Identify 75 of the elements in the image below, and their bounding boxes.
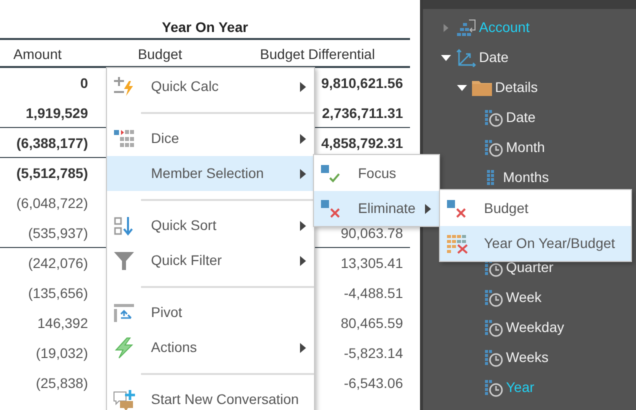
calculation-icon [113,76,135,96]
menu-item[interactable]: Budget [440,191,631,226]
submenu-arrow-icon [425,204,431,214]
table-cell: -5,823.14 [344,345,403,361]
collapse-caret-icon[interactable] [441,54,451,62]
tree-item[interactable]: Year [506,377,534,398]
clock-level-icon [485,288,503,306]
table-cell: (19,032) [36,345,88,361]
filter-icon [113,250,135,270]
menu-item[interactable]: Quick Filter [107,243,314,278]
tree-item[interactable]: Weeks [506,347,549,368]
tree-item[interactable]: Weekday [506,317,564,338]
clock-level-icon [485,138,503,156]
square-check-icon [320,164,342,184]
table-cell: (242,076) [28,255,88,271]
lightning-icon [113,336,135,358]
menu-item[interactable]: Member Selection [107,156,314,191]
menu-item[interactable]: Eliminate [314,191,439,226]
square-delete-icon [320,198,342,218]
column-header: Budget Differential [259,45,376,64]
tree-item[interactable]: Month [506,137,545,158]
table-cell: 4,858,792.31 [321,135,403,151]
grid-icon [113,128,135,148]
level-grid-icon [487,170,494,185]
table-cell: (5,512,785) [16,165,88,181]
folder-icon [472,78,492,96]
grid-delete-icon [446,234,470,254]
table-cell: 1,919,529 [26,105,88,121]
submenu-arrow-icon [300,342,306,352]
table-cell: (535,937) [28,225,88,241]
hierarchy-icon [456,18,476,36]
column-header: Amount [12,45,63,64]
menu-item[interactable]: Quick Calc [107,69,314,104]
table-cell: 2,736,711.31 [322,105,403,121]
table-cell: 0 [80,75,88,91]
clock-level-icon [485,348,503,366]
clock-level-icon [485,108,503,126]
menu-item[interactable]: Focus [314,156,439,191]
table-cell: 13,305.41 [340,255,403,271]
table-cell: -6,543.06 [344,375,403,391]
tree-item[interactable]: Week [506,287,542,308]
menu-item[interactable]: Pivot [107,295,314,330]
submenu-arrow-icon [300,168,306,178]
table-cell: (135,656) [28,285,88,301]
menu-item[interactable]: Start New Conversation [107,382,314,410]
table-title: Year On Year [0,14,410,40]
menu-item[interactable]: Quick Sort [107,208,314,243]
table-cell: 146,392 [37,315,88,331]
tree-item[interactable]: Months [503,167,549,188]
table-cell: 9,810,621.56 [321,75,403,91]
submenu-arrow-icon [300,256,306,266]
tree-item[interactable]: Date [479,47,509,68]
table-cell: 90,063.78 [340,225,403,241]
column-header: Budget [136,45,184,64]
table-cell: (25,838) [36,375,88,391]
menu-item[interactable]: Actions [107,330,314,365]
clock-level-icon [485,318,503,336]
tree-item[interactable]: Details [495,77,538,98]
collapse-caret-icon[interactable] [457,84,467,92]
tree-item[interactable]: Account [479,17,530,38]
clock-level-icon [485,378,503,396]
table-cell: 80,465.59 [340,315,403,331]
sort-icon [113,216,135,236]
tree-item[interactable]: Date [506,107,536,128]
submenu-arrow-icon [300,82,306,92]
table-cell: (6,388,177) [16,135,88,151]
table-cell: -4,488.51 [344,285,403,301]
axes-icon [456,48,476,66]
square-delete-icon [446,198,468,218]
table-cell: (6,048,722) [16,195,88,211]
submenu-arrow-icon [300,134,306,144]
menu-item[interactable]: Year On Year/Budget [440,226,631,261]
submenu-arrow-icon [300,220,306,230]
pivot-icon [113,302,135,322]
menu-item[interactable]: Dice [107,121,314,156]
